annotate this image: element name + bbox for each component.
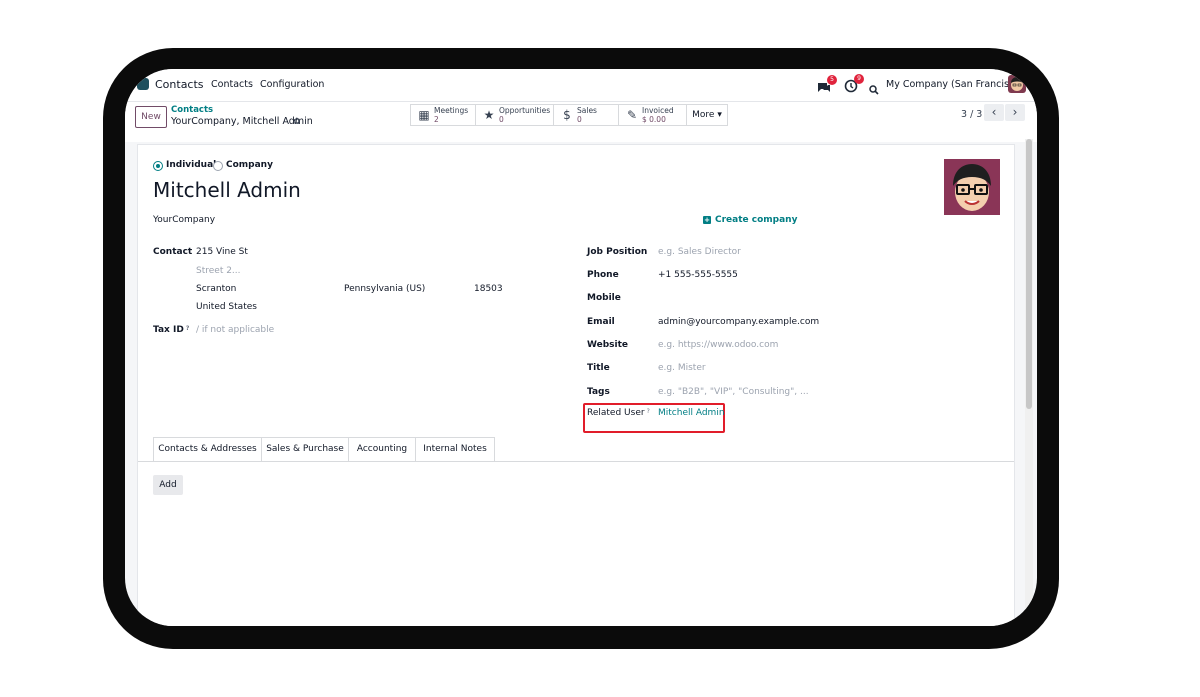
zip-field[interactable]: 18503	[474, 284, 503, 294]
activity-clock-icon[interactable]: 9	[844, 74, 864, 93]
device-frame: Contacts Contacts Configuration 5 9 My C…	[103, 48, 1059, 649]
street2-field[interactable]: Street 2...	[196, 266, 241, 276]
opportunities-count: 0	[499, 115, 504, 124]
breadcrumb-current: YourCompany, Mitchell Admin	[171, 116, 313, 127]
calendar-icon: ▦	[418, 108, 430, 122]
email-label: Email	[587, 317, 615, 327]
more-button[interactable]: More ▾	[686, 104, 728, 126]
title-label: Title	[587, 363, 610, 373]
menu-configuration[interactable]: Configuration	[260, 79, 324, 90]
form-sheet: Individual Company Mitchell Admin YourCo…	[137, 144, 1015, 626]
contact-label: Contact	[153, 247, 193, 257]
app-screen: Contacts Contacts Configuration 5 9 My C…	[125, 69, 1037, 626]
tax-id-label: Tax ID?	[153, 325, 189, 335]
individual-label[interactable]: Individual	[166, 160, 216, 170]
search-icon[interactable]	[869, 80, 879, 95]
title-field[interactable]: e.g. Mister	[658, 363, 706, 373]
company-field[interactable]: YourCompany	[153, 215, 215, 225]
phone-field[interactable]: +1 555-555-5555	[658, 270, 738, 280]
company-radio[interactable]	[213, 161, 223, 171]
chat-badge: 5	[827, 75, 837, 85]
individual-radio[interactable]	[153, 161, 163, 171]
invoiced-smart-button[interactable]: ✎ Invoiced $ 0.00	[618, 104, 687, 126]
email-field[interactable]: admin@yourcompany.example.com	[658, 317, 819, 327]
mobile-label: Mobile	[587, 293, 621, 303]
opportunities-label: Opportunities	[499, 106, 551, 115]
caret-down-icon: ▾	[717, 110, 722, 120]
tax-id-help-icon[interactable]: ?	[186, 325, 189, 332]
street-field[interactable]: 215 Vine St	[196, 247, 248, 257]
tab-internal-notes[interactable]: Internal Notes	[415, 437, 495, 462]
contacts-app-icon[interactable]	[137, 78, 149, 90]
activity-badge: 9	[854, 74, 864, 84]
user-avatar[interactable]	[1008, 75, 1026, 93]
dollar-icon: $	[563, 108, 571, 122]
website-field[interactable]: e.g. https://www.odoo.com	[658, 340, 778, 350]
job-position-label: Job Position	[587, 247, 648, 257]
phone-label: Phone	[587, 270, 619, 280]
tax-id-field[interactable]: / if not applicable	[196, 325, 274, 335]
star-icon: ★	[483, 108, 495, 122]
scrollbar-thumb[interactable]	[1026, 139, 1032, 409]
tab-sales-purchase[interactable]: Sales & Purchase	[261, 437, 349, 462]
tags-label: Tags	[587, 387, 610, 397]
mobile-field[interactable]	[658, 293, 858, 304]
add-contact-button[interactable]: Add	[153, 475, 183, 495]
create-company-label: Create company	[715, 215, 798, 225]
meetings-label: Meetings	[434, 106, 469, 115]
invoice-icon: ✎	[626, 108, 638, 122]
state-field[interactable]: Pennsylvania (US)	[344, 284, 425, 294]
pager-value[interactable]: 3 / 3	[961, 109, 982, 120]
invoiced-amount: $ 0.00	[642, 115, 666, 124]
contact-name-field[interactable]: Mitchell Admin	[153, 178, 301, 202]
meetings-smart-button[interactable]: ▦ Meetings 2	[410, 104, 476, 126]
related-user-field[interactable]: Mitchell Admin	[658, 408, 725, 418]
sales-smart-button[interactable]: $ Sales 0	[553, 104, 619, 126]
breadcrumb-contacts[interactable]: Contacts	[171, 105, 213, 115]
related-user-label-text: Related User	[587, 408, 645, 418]
more-label: More	[692, 110, 715, 120]
invoiced-label: Invoiced	[642, 106, 674, 115]
pager-next-button[interactable]: ›	[1005, 104, 1025, 121]
sales-label: Sales	[577, 106, 597, 115]
meetings-count: 2	[434, 115, 439, 124]
website-label: Website	[587, 340, 629, 350]
tax-id-label-text: Tax ID	[153, 325, 184, 335]
sales-count: 0	[577, 115, 582, 124]
plus-icon: +	[703, 216, 711, 224]
opportunities-smart-button[interactable]: ★ Opportunities 0	[475, 104, 554, 126]
related-user-label: Related User?	[587, 408, 650, 418]
create-company-button[interactable]: + Create company	[703, 215, 797, 225]
tags-field[interactable]: e.g. "B2B", "VIP", "Consulting", ...	[658, 387, 809, 397]
tab-contacts-addresses[interactable]: Contacts & Addresses	[153, 437, 262, 462]
app-name[interactable]: Contacts	[155, 78, 204, 91]
pager-previous-button[interactable]: ‹	[984, 104, 1004, 121]
top-navbar: Contacts Contacts Configuration 5 9 My C…	[125, 69, 1037, 102]
scrollbar[interactable]	[1025, 139, 1033, 626]
company-switcher[interactable]: My Company (San Francisco)	[886, 79, 1024, 90]
tab-divider	[138, 461, 1014, 462]
company-label[interactable]: Company	[226, 160, 273, 170]
job-position-field[interactable]: e.g. Sales Director	[658, 247, 741, 257]
chat-icon[interactable]: 5	[817, 75, 837, 92]
related-user-help-icon[interactable]: ?	[647, 408, 650, 415]
tab-accounting[interactable]: Accounting	[348, 437, 416, 462]
gear-icon[interactable]: ✿	[293, 117, 301, 127]
contact-avatar[interactable]	[944, 159, 1000, 215]
city-field[interactable]: Scranton	[196, 284, 236, 294]
menu-contacts[interactable]: Contacts	[211, 79, 253, 90]
country-field[interactable]: United States	[196, 302, 257, 312]
control-panel: New Contacts YourCompany, Mitchell Admin…	[125, 102, 1037, 142]
new-button[interactable]: New	[135, 106, 167, 128]
